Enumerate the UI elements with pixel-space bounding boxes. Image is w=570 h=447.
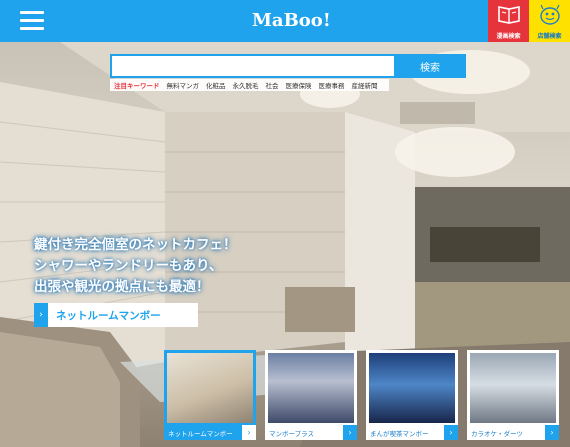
hamburger-menu-icon[interactable] <box>20 11 44 31</box>
thumbnail-mambo-plus[interactable]: マンボープラス › <box>265 350 357 440</box>
hero-photo: 検索 注目キーワード 無料マンガ 化粧品 永久脱毛 社会 医療保険 医療事務 産… <box>0 42 570 447</box>
thumbnail-photo <box>369 353 455 423</box>
header-bar: MaBoo! 漫画検索 店舗検索 <box>0 0 570 42</box>
keywords-heading: 注目キーワード <box>114 82 160 90</box>
netroom-cta-button[interactable]: › ネットルームマンボー <box>34 303 198 327</box>
chevron-right-icon: › <box>545 425 559 440</box>
store-mascot-icon <box>540 4 560 25</box>
thumbnail-netroom[interactable]: ネットルームマンボー › <box>164 350 256 440</box>
thumbnail-manga-cafe[interactable]: まんが喫茶マンボー › <box>366 350 458 440</box>
keyword-link[interactable]: 無料マンガ <box>167 80 200 90</box>
search-input[interactable] <box>110 54 394 78</box>
keyword-link[interactable]: 医療保険 <box>286 80 312 90</box>
keyword-link[interactable]: 化粧品 <box>206 80 226 90</box>
cta-label: ネットルームマンボー <box>56 310 161 322</box>
thumbnail-photo <box>470 353 556 423</box>
manga-search-button[interactable]: 漫画検索 <box>488 0 529 42</box>
tagline-line: 出張や観光の拠点にも最適！ <box>34 279 210 295</box>
keyword-link[interactable]: 医療事務 <box>319 80 345 90</box>
thumbnail-label: カラオケ・ダーツ <box>471 430 523 438</box>
keyword-link[interactable]: 社会 <box>266 80 279 90</box>
book-icon <box>498 6 520 24</box>
hero-tagline: 鍵付き完全個室のネットカフェ！ シャワーやランドリーもあり、 出張や観光の拠点に… <box>34 235 237 298</box>
keyword-link[interactable]: 永久脱毛 <box>233 80 259 90</box>
store-search-label: 店舗検索 <box>537 33 562 40</box>
thumbnail-label: ネットルームマンボー <box>168 430 233 438</box>
manga-search-label: 漫画検索 <box>496 33 521 40</box>
search-button[interactable]: 検索 <box>394 54 466 78</box>
keyword-bar: 注目キーワード 無料マンガ 化粧品 永久脱毛 社会 医療保険 医療事務 産経新聞 <box>110 79 389 91</box>
thumbnail-label: まんが喫茶マンボー <box>370 430 429 438</box>
chevron-right-icon: › <box>34 303 48 327</box>
chevron-right-icon: › <box>242 425 256 440</box>
thumbnail-label: マンボープラス <box>269 430 314 438</box>
tagline-line: 鍵付き完全個室のネットカフェ！ <box>34 237 237 253</box>
thumbnail-karaoke-darts[interactable]: カラオケ・ダーツ › <box>467 350 559 440</box>
search-box: 検索 <box>110 54 466 78</box>
maboo-logo[interactable]: MaBoo! <box>252 10 331 31</box>
store-search-button[interactable]: 店舗検索 <box>529 0 570 42</box>
thumbnail-photo <box>167 353 253 423</box>
keyword-link[interactable]: 産経新聞 <box>352 80 378 90</box>
tagline-line: シャワーやランドリーもあり、 <box>34 258 223 274</box>
chevron-right-icon: › <box>444 425 458 440</box>
chevron-right-icon: › <box>343 425 357 440</box>
thumbnail-photo <box>268 353 354 423</box>
